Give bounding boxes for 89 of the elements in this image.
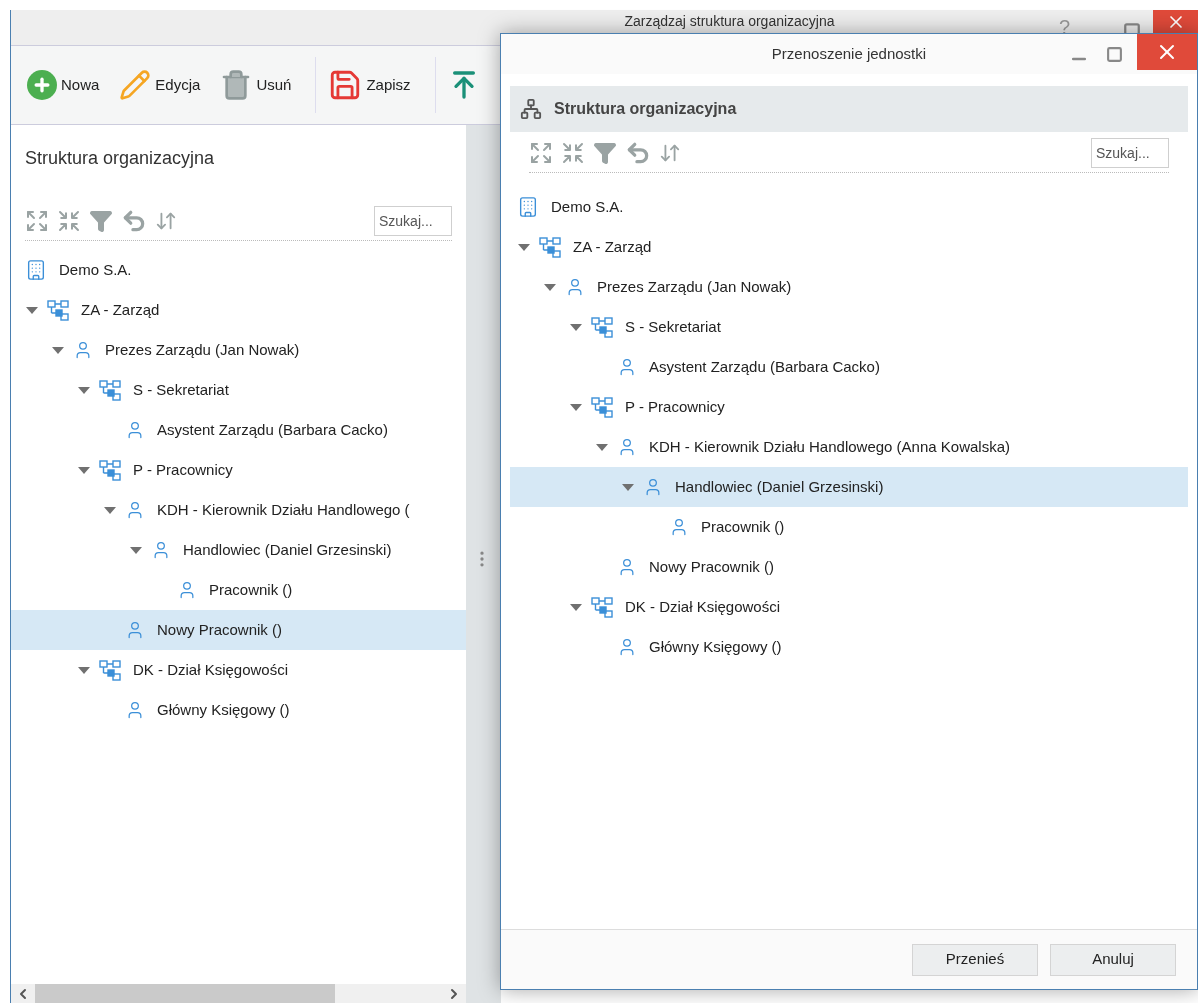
close-button[interactable] [1153,10,1198,33]
tree-item[interactable]: Nowy Pracownik () [510,547,1188,587]
dialog-button[interactable]: Anuluj [1050,943,1176,976]
tree-item-label: Nowy Pracownik () [649,556,775,577]
filter-icon[interactable] [593,141,617,165]
tree-item-label: Demo S.A. [59,259,132,280]
search-field[interactable]: Szukaj... [1091,138,1169,168]
close-button[interactable] [1137,34,1197,70]
tree-item[interactable]: Prezes Zarządu (Jan Nowak) [11,330,466,370]
toolbar-button[interactable]: Edycja [115,69,205,101]
tree-item-label: Demo S.A. [551,196,624,217]
tree-item[interactable]: Asystent Zarządu (Barbara Cacko) [510,347,1188,387]
tree-item-label: S - Sekretariat [133,379,229,400]
tree-item[interactable]: Nowy Pracownik () [11,610,466,650]
toolbar-button[interactable]: Usuń [216,69,296,101]
tree-item[interactable]: Demo S.A. [510,187,1188,227]
org-unit-icon [99,659,121,681]
tree-item-label: P - Pracownicy [625,396,725,417]
collapse-all-icon[interactable] [57,209,81,233]
toolbar-button[interactable]: Zapisz [324,68,415,102]
tree-item[interactable]: S - Sekretariat [510,307,1188,347]
pencil-icon [119,69,152,101]
tree-item-label: Handlowiec (Daniel Grzesinski) [183,539,392,560]
tree-item-label: KDH - Kierownik Działu Handlowego (Anna Kowalska) [649,436,1010,457]
tree-item[interactable]: ZA - Zarząd [510,227,1188,267]
tree-item[interactable]: Główny Księgowy () [11,690,466,730]
org-unit-icon [591,316,613,338]
tree-item-label: Prezes Zarządu (Jan Nowak) [105,339,300,360]
tree-item[interactable]: Asystent Zarządu (Barbara Cacko) [11,410,466,450]
tree-item[interactable]: KDH - Kierownik Działu Handlowego (Anna Kowalska) [510,427,1188,467]
tree-item-label: Handlowiec (Daniel Grzesinski) [675,476,884,497]
dialog-button[interactable]: Przenieś [912,943,1038,976]
undo-icon[interactable] [121,208,147,234]
tree-item[interactable]: DK - Dział Księgowości [11,650,466,690]
swap-icon[interactable] [659,142,681,164]
toolbar-button[interactable]: Nowa [23,70,104,100]
filter-icon[interactable] [89,209,113,233]
tree-item-label: ZA - Zarząd [81,299,160,320]
horizontal-scrollbar[interactable] [11,984,466,1003]
tree-item[interactable]: Główny Księgowy () [510,627,1188,667]
tree-item-label: Prezes Zarządu (Jan Nowak) [597,276,792,297]
expand-all-icon[interactable] [25,209,49,233]
collapse-all-icon[interactable] [561,141,585,165]
org-unit-icon [539,236,561,258]
tree-item-label: Główny Księgowy () [157,699,290,720]
tree-item[interactable]: Handlowiec (Daniel Grzesinski) [510,467,1188,507]
expand-all-icon[interactable] [529,141,553,165]
tree-item-label: DK - Dział Księgowości [625,596,781,617]
tree-item[interactable]: Pracownik () [510,507,1188,547]
plus-icon [27,70,57,100]
org-unit-icon [47,299,69,321]
tree-item[interactable]: Demo S.A. [11,250,466,290]
tree-item[interactable]: Prezes Zarządu (Jan Nowak) [510,267,1188,307]
tree-item-label: Asystent Zarządu (Barbara Cacko) [157,419,388,440]
scrollbar-thumb[interactable] [35,984,335,1003]
tree-item-label: Pracownik () [209,579,293,600]
dialog-title: Przenoszenie jednostki [771,43,927,64]
tree-item-label: ZA - Zarząd [573,236,652,257]
building-icon [517,196,539,218]
tree-item-label: Asystent Zarządu (Barbara Cacko) [649,356,880,377]
tree-item-label: Nowy Pracownik () [157,619,283,640]
tree-item[interactable]: KDH - Kierownik Działu Handlowego ( [11,490,466,530]
tree-item[interactable]: ZA - Zarząd [11,290,466,330]
hierarchy-icon [520,98,542,120]
tree-item[interactable]: Pracownik () [11,570,466,610]
tree-item-label: DK - Dział Księgowości [133,659,289,680]
building-icon [25,259,47,281]
panel-title: Struktura organizacyjna [554,99,737,119]
org-unit-icon [99,459,121,481]
tree-item[interactable]: DK - Dział Księgowości [510,587,1188,627]
tree-item-label: KDH - Kierownik Działu Handlowego ( [157,499,410,520]
undo-icon[interactable] [625,140,651,166]
tree-item[interactable]: P - Pracownicy [510,387,1188,427]
org-unit-icon [591,396,613,418]
org-unit-icon [99,379,121,401]
splitter[interactable] [466,125,501,1003]
tree-item[interactable]: S - Sekretariat [11,370,466,410]
tree-item-label: S - Sekretariat [625,316,721,337]
tree-item-label: P - Pracownicy [133,459,233,480]
maximize-icon[interactable] [1106,46,1123,63]
swap-icon[interactable] [155,210,177,232]
tree-item[interactable]: Handlowiec (Daniel Grzesinski) [11,530,466,570]
search-field[interactable]: Szukaj... [374,206,452,236]
tree-item[interactable]: P - Pracownicy [11,450,466,490]
tree-item-label: Główny Księgowy () [649,636,782,657]
panel-title: Struktura organizacyjna [25,147,216,170]
tree-item-label: Pracownik () [701,516,785,537]
window-title: Zarządzaj struktura organizacyjna [624,12,835,31]
org-unit-icon [591,596,613,618]
